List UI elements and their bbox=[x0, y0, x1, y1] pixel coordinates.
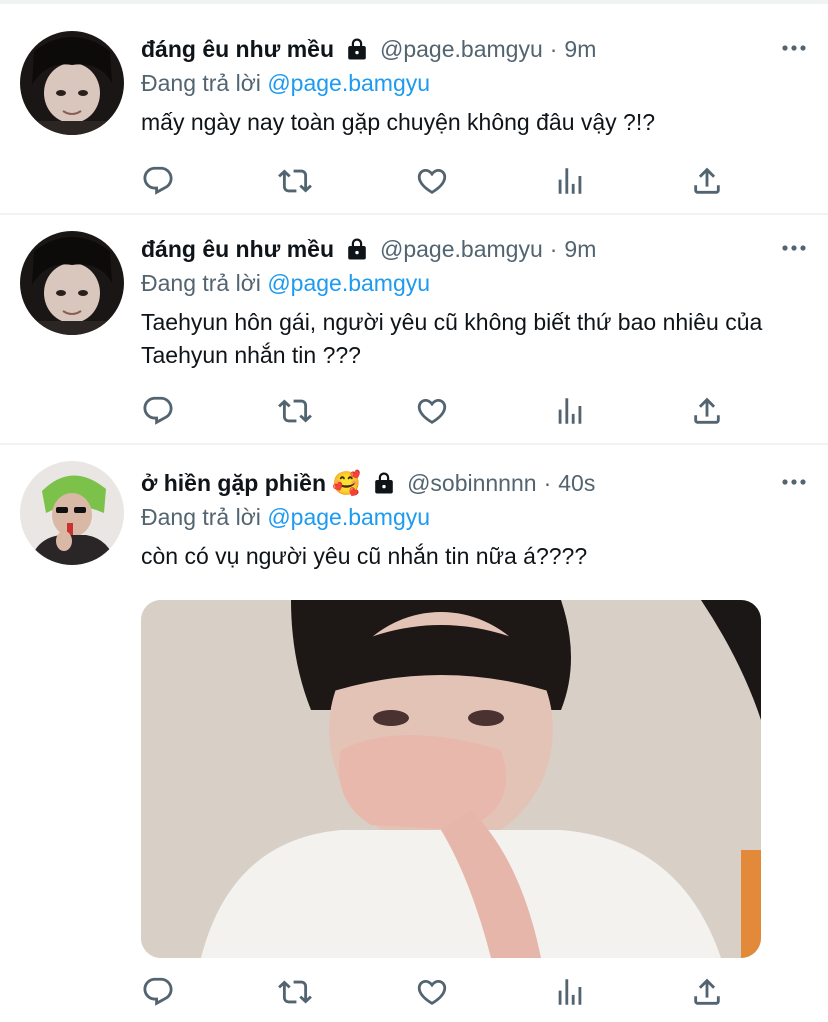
like-button[interactable] bbox=[415, 164, 449, 198]
avatar[interactable] bbox=[20, 461, 124, 565]
like-icon bbox=[415, 975, 449, 1009]
tweet-2[interactable]: đáng êu như mều @page.bamgyu · 9m Đang t… bbox=[0, 215, 828, 445]
action-bar bbox=[141, 164, 731, 198]
separator: · bbox=[543, 469, 552, 496]
timestamp[interactable]: 9m bbox=[564, 36, 596, 63]
reply-icon bbox=[141, 164, 175, 198]
replying-prefix: Đang trả lời bbox=[141, 504, 261, 530]
tweet-media-image[interactable] bbox=[141, 600, 761, 958]
more-icon[interactable] bbox=[780, 472, 808, 492]
like-button[interactable] bbox=[415, 394, 449, 428]
lock-icon bbox=[346, 37, 368, 61]
reply-icon bbox=[141, 394, 175, 428]
more-icon[interactable] bbox=[780, 38, 808, 58]
mention-link[interactable]: @page.bamgyu bbox=[267, 270, 430, 296]
retweet-button[interactable] bbox=[278, 394, 312, 428]
tweet-content: ở hiền gặp phiền 🥰 @sobinnnnn · 40s Đang… bbox=[141, 466, 808, 573]
analytics-button[interactable] bbox=[553, 975, 587, 1009]
username[interactable]: @sobinnnnn bbox=[407, 470, 537, 497]
tweet-text: còn có vụ người yêu cũ nhắn tin nữa á???… bbox=[141, 543, 588, 569]
action-bar bbox=[141, 975, 731, 1009]
separator: · bbox=[549, 235, 558, 262]
retweet-icon bbox=[278, 164, 312, 198]
share-button[interactable] bbox=[690, 394, 724, 428]
analytics-button[interactable] bbox=[553, 164, 587, 198]
avatar[interactable] bbox=[20, 31, 124, 135]
analytics-icon bbox=[553, 164, 587, 198]
tweet-text: mấy ngày nay toàn gặp chuyện không đâu v… bbox=[141, 109, 656, 135]
analytics-icon bbox=[553, 394, 587, 428]
mention-link[interactable]: @page.bamgyu bbox=[267, 70, 430, 96]
share-button[interactable] bbox=[690, 975, 724, 1009]
retweet-icon bbox=[278, 394, 312, 428]
share-button[interactable] bbox=[690, 164, 724, 198]
username[interactable]: @page.bamgyu bbox=[380, 236, 543, 263]
retweet-button[interactable] bbox=[278, 164, 312, 198]
analytics-icon bbox=[553, 975, 587, 1009]
lock-icon bbox=[373, 471, 395, 495]
username[interactable]: @page.bamgyu bbox=[380, 36, 543, 63]
tweet-3[interactable]: ở hiền gặp phiền 🥰 @sobinnnnn · 40s Đang… bbox=[0, 445, 828, 1022]
like-icon bbox=[415, 164, 449, 198]
like-button[interactable] bbox=[415, 975, 449, 1009]
avatar-image bbox=[20, 231, 124, 335]
media-photo bbox=[141, 600, 761, 958]
replying-prefix: Đang trả lời bbox=[141, 70, 261, 96]
tweet-1[interactable]: đáng êu như mều @page.bamgyu · 9m Đang t… bbox=[0, 4, 828, 215]
display-name[interactable]: ở hiền gặp phiền 🥰 bbox=[141, 470, 361, 497]
reply-button[interactable] bbox=[141, 975, 175, 1009]
reply-button[interactable] bbox=[141, 394, 175, 428]
tweet-content: đáng êu như mều @page.bamgyu · 9m Đang t… bbox=[141, 232, 808, 372]
reply-button[interactable] bbox=[141, 164, 175, 198]
avatar[interactable] bbox=[20, 231, 124, 335]
replying-prefix: Đang trả lời bbox=[141, 270, 261, 296]
analytics-button[interactable] bbox=[553, 394, 587, 428]
separator: · bbox=[549, 35, 558, 62]
avatar-image bbox=[20, 461, 124, 565]
tweet-header: ở hiền gặp phiền 🥰 @sobinnnnn · 40s bbox=[141, 466, 808, 500]
retweet-icon bbox=[278, 975, 312, 1009]
display-name[interactable]: đáng êu như mều bbox=[141, 36, 334, 63]
tweet-header: đáng êu như mều @page.bamgyu · 9m bbox=[141, 232, 808, 266]
share-icon bbox=[690, 975, 724, 1009]
reply-icon bbox=[141, 975, 175, 1009]
timeline: đáng êu như mều @page.bamgyu · 9m Đang t… bbox=[0, 0, 828, 1022]
share-icon bbox=[690, 164, 724, 198]
timestamp[interactable]: 9m bbox=[564, 236, 596, 263]
tweet-content: đáng êu như mều @page.bamgyu · 9m Đang t… bbox=[141, 32, 808, 139]
more-icon[interactable] bbox=[780, 238, 808, 258]
retweet-button[interactable] bbox=[278, 975, 312, 1009]
replying-to: Đang trả lời @page.bamgyu bbox=[141, 500, 808, 534]
timestamp[interactable]: 40s bbox=[558, 470, 595, 497]
like-icon bbox=[415, 394, 449, 428]
action-bar bbox=[141, 394, 731, 428]
lock-icon bbox=[346, 237, 368, 261]
replying-to: Đang trả lời @page.bamgyu bbox=[141, 66, 808, 100]
mention-link[interactable]: @page.bamgyu bbox=[267, 504, 430, 530]
avatar-image bbox=[20, 31, 124, 135]
replying-to: Đang trả lời @page.bamgyu bbox=[141, 266, 808, 300]
tweet-text: Taehyun hôn gái, người yêu cũ không biết… bbox=[141, 309, 763, 368]
tweet-header: đáng êu như mều @page.bamgyu · 9m bbox=[141, 32, 808, 66]
share-icon bbox=[690, 394, 724, 428]
display-name[interactable]: đáng êu như mều bbox=[141, 236, 334, 263]
